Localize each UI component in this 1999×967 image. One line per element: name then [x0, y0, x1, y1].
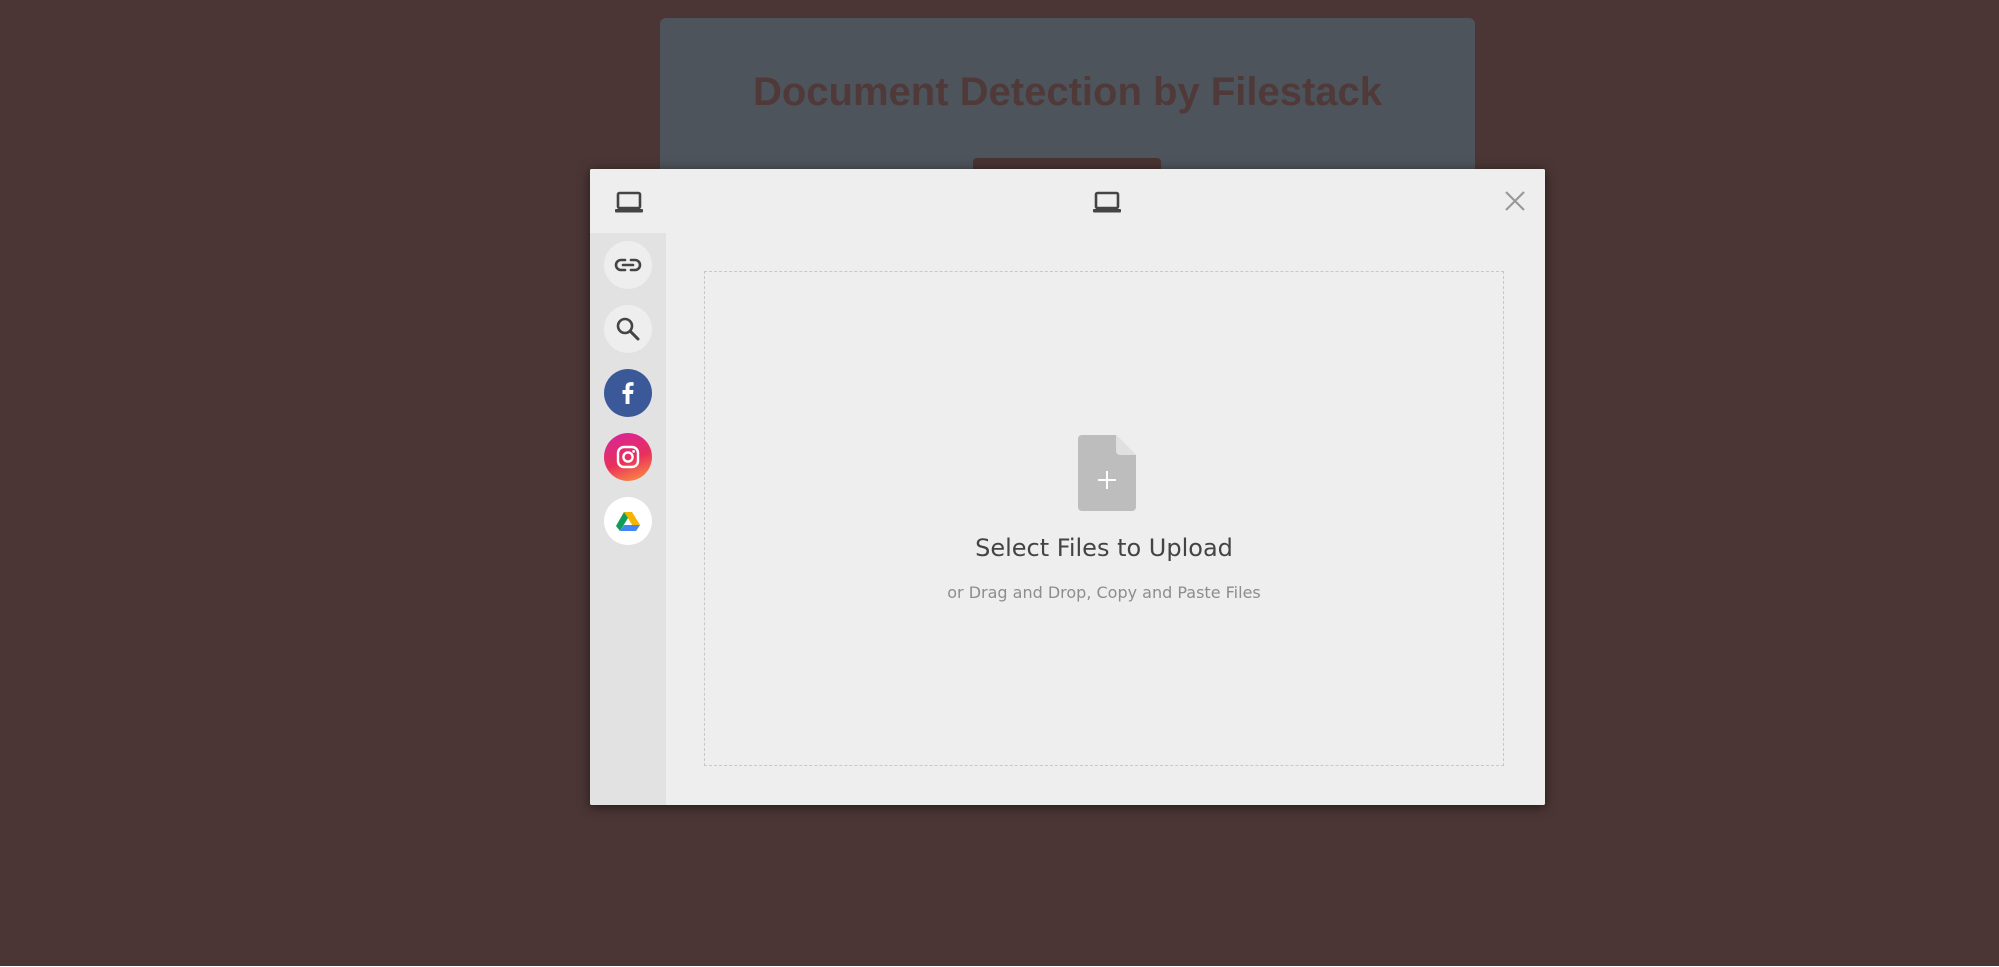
laptop-icon	[614, 190, 644, 214]
source-google-drive-button[interactable]	[604, 497, 652, 545]
source-search-button[interactable]	[604, 305, 652, 353]
file-add-icon	[1078, 435, 1136, 511]
google-drive-icon	[616, 512, 640, 531]
picker-header	[590, 169, 1545, 233]
file-picker-dialog: Select Files to Upload or Drag and Drop,…	[590, 169, 1545, 805]
picker-main-area: Select Files to Upload or Drag and Drop,…	[666, 233, 1545, 805]
search-icon	[616, 317, 640, 341]
source-sidebar	[590, 233, 666, 805]
source-facebook-button[interactable]	[604, 369, 652, 417]
source-link-button[interactable]	[604, 241, 652, 289]
facebook-icon	[622, 382, 634, 404]
page-title: Document Detection by Filestack	[752, 70, 1383, 114]
link-icon	[614, 258, 642, 272]
instagram-icon	[616, 445, 640, 469]
dropzone-subtitle: or Drag and Drop, Copy and Paste Files	[947, 583, 1261, 602]
close-icon	[1505, 191, 1525, 211]
upload-dropzone[interactable]: Select Files to Upload or Drag and Drop,…	[704, 271, 1504, 766]
close-button[interactable]	[1502, 188, 1528, 214]
dropzone-title: Select Files to Upload	[975, 534, 1233, 562]
laptop-icon	[1092, 190, 1122, 214]
source-instagram-button[interactable]	[604, 433, 652, 481]
